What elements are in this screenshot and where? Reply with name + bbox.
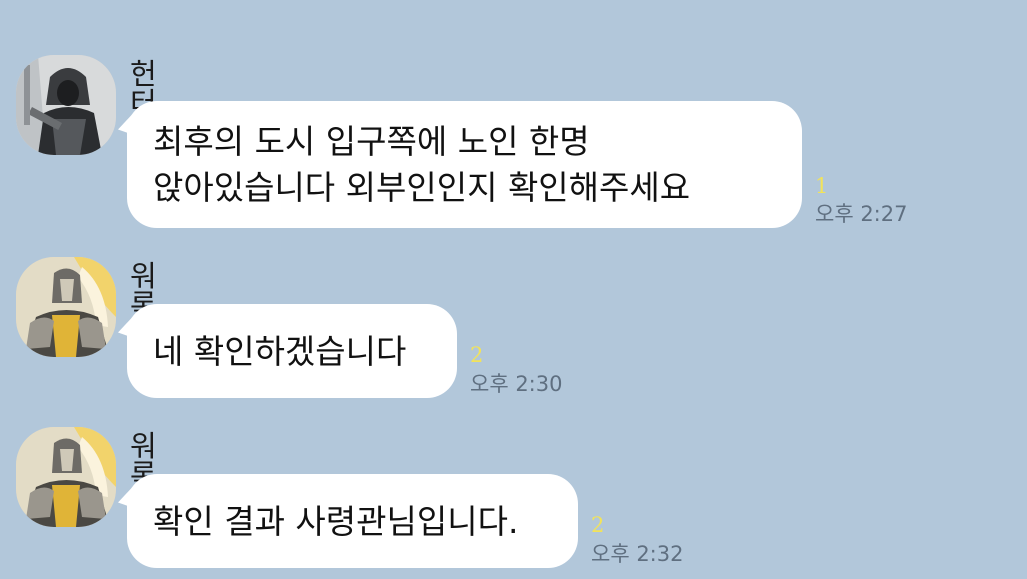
message-text-line: 네 확인하겠습니다 [153,332,407,371]
warlock-avatar-icon[interactable] [16,427,116,527]
message-text-line: 앉아있습니다 외부인인지 확인해주세요 [153,168,691,207]
warlock-armor-icon [16,257,116,357]
warlock-avatar-icon[interactable] [16,257,116,357]
message-bubble[interactable]: 네 확인하겠습니다 [118,304,457,398]
unread-count: 2 [470,343,484,367]
timestamp: 오후 2:27 [815,202,908,226]
timestamp: 오후 2:32 [591,542,684,566]
hunter-avatar-icon[interactable] [16,55,116,155]
hooded-hunter-icon [16,55,116,155]
bubble-tail [118,114,132,140]
unread-count: 1 [815,174,829,198]
message-text-line: 최후의 도시 입구쪽에 노인 한명 [153,122,590,161]
message-text-line: 확인 결과 사령관님입니다. [153,502,519,541]
warlock-armor-icon [16,427,116,527]
message-bubble[interactable]: 최후의 도시 입구쪽에 노인 한명 앉아있습니다 외부인인지 확인해주세요 [118,101,802,228]
bubble-tail [118,487,132,513]
timestamp: 오후 2:30 [470,372,563,396]
bubble-tail [118,317,132,343]
unread-count: 2 [591,513,605,537]
message-bubble[interactable]: 확인 결과 사령관님입니다. [118,474,578,568]
